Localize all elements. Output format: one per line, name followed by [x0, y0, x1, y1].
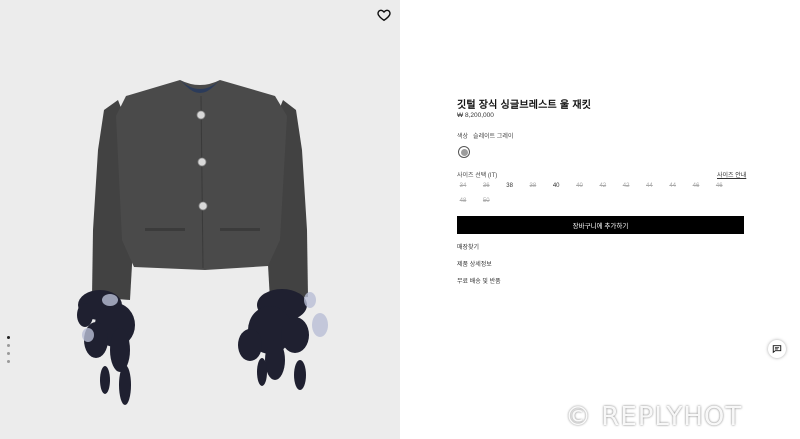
watermark: © REPLYHOT: [565, 402, 743, 432]
size-option[interactable]: 44: [643, 182, 655, 191]
size-option[interactable]: 48: [457, 197, 469, 206]
gallery-dot[interactable]: [7, 344, 10, 347]
color-value: 슬레이트 그레이: [473, 134, 514, 140]
size-label: 사이즈 선택 (IT): [457, 173, 498, 179]
size-option[interactable]: 40: [550, 182, 562, 191]
gallery-dot[interactable]: [7, 336, 10, 339]
gallery-dot[interactable]: [7, 352, 10, 355]
color-label-text: 색상: [457, 134, 469, 140]
size-option[interactable]: 34: [457, 182, 469, 191]
size-options: 34 36 38 38 40 40 42 42 44 44 46 46 48 50: [457, 182, 747, 206]
jacket-illustration: [77, 80, 328, 405]
size-option[interactable]: 46: [713, 182, 725, 191]
size-option[interactable]: 40: [573, 182, 585, 191]
size-option[interactable]: 50: [480, 197, 492, 206]
chat-icon[interactable]: [768, 340, 786, 358]
product-image: [0, 0, 400, 439]
product-info-panel: 깃털 장식 싱글브레스트 울 재킷 ₩ 8,200,000 색상 슬레이트 그레이…: [400, 0, 800, 439]
add-to-cart-button[interactable]: 장바구니에 추가하기: [457, 216, 744, 234]
color-swatch-slate-gray[interactable]: [458, 146, 470, 158]
gallery-dot[interactable]: [7, 360, 10, 363]
gallery-pagination: [7, 336, 10, 363]
size-option[interactable]: 38: [527, 182, 539, 191]
product-title: 깃털 장식 싱글브레스트 울 재킷: [457, 100, 592, 111]
size-option[interactable]: 46: [690, 182, 702, 191]
size-option[interactable]: 38: [504, 182, 516, 191]
size-option[interactable]: 36: [480, 182, 492, 191]
product-price: ₩ 8,200,000: [457, 112, 494, 119]
shipping-returns-link[interactable]: 무료 배송 및 반품: [457, 276, 501, 285]
size-option[interactable]: 44: [667, 182, 679, 191]
heart-icon[interactable]: [377, 8, 391, 22]
size-option[interactable]: 42: [597, 182, 609, 191]
size-option[interactable]: 42: [620, 182, 632, 191]
color-label: 색상 슬레이트 그레이: [457, 131, 518, 140]
size-guide-link[interactable]: 사이즈 안내: [717, 170, 746, 179]
product-details-link[interactable]: 제품 상세정보: [457, 259, 492, 268]
find-store-link[interactable]: 매장찾기: [457, 242, 479, 251]
